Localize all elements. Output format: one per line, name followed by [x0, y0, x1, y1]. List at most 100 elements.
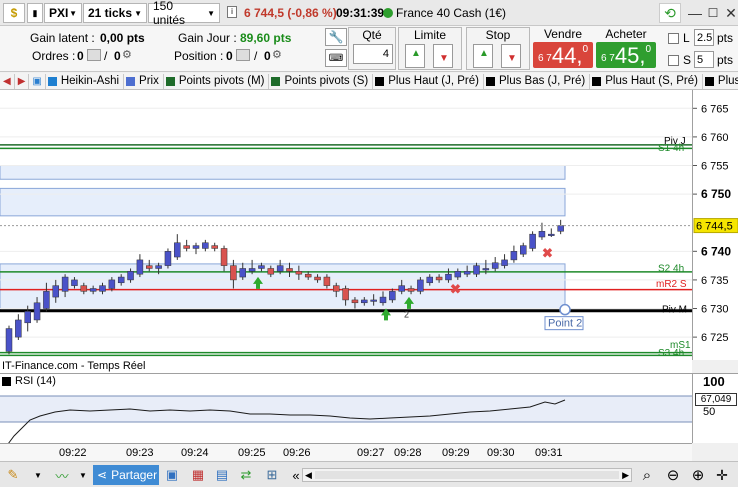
candle — [276, 265, 284, 272]
sell-button[interactable]: 6 7 44, 0 — [533, 42, 593, 68]
trade-chart-icon[interactable]: ⇄ — [237, 466, 255, 484]
settings-icon[interactable]: ⚙ — [272, 48, 282, 61]
time-axis[interactable]: 09:22 09:23 09:24 09:25 09:26 09:27 09:28 09:29… — [0, 443, 692, 461]
scroll-right-icon[interactable]: ▶ — [15, 73, 30, 89]
candle — [407, 288, 415, 292]
qty-label: Qté — [362, 28, 382, 42]
rsi-legend[interactable]: RSI (14) — [2, 375, 56, 387]
candle — [295, 271, 303, 275]
units-select[interactable]: 150 unités ▼ — [148, 0, 220, 27]
candle — [473, 265, 480, 275]
limit-sell-button[interactable]: ▼ — [433, 44, 453, 68]
grid-icon[interactable]: ⊞ — [263, 466, 281, 484]
drawing-pencil-icon[interactable]: ✎ — [4, 466, 22, 484]
position-count-a: 0 — [226, 49, 233, 63]
chart-type-icon[interactable]: 〰 — [50, 466, 74, 484]
buy-price-big: 45, — [614, 43, 646, 68]
crosshair-icon[interactable]: ✛ — [713, 466, 731, 484]
level-label: S3 4h — [658, 348, 684, 359]
x-tick-label: 09:30 — [487, 447, 515, 459]
tab-high-week[interactable]: Plus Haut (S, Pré) — [590, 73, 703, 89]
tab-heikin-ashi[interactable]: Heikin-Ashi — [46, 73, 125, 89]
candle — [127, 271, 134, 281]
tab-low-day[interactable]: Plus Bas (J, Pré) — [484, 73, 591, 89]
zone-band — [0, 187, 566, 217]
rsi-panel[interactable]: RSI (14) — [0, 373, 692, 444]
candle — [417, 279, 424, 292]
chevron-down-icon[interactable]: ▼ — [78, 466, 88, 484]
info-icon[interactable]: i — [227, 6, 237, 18]
scroll-left-icon[interactable]: ◀ — [0, 73, 15, 89]
tab-high-day[interactable]: Plus Haut (J, Pré) — [373, 73, 484, 89]
horizontal-scrollbar[interactable]: ◀ ▶ — [302, 468, 632, 482]
position-count-b: 0 — [264, 49, 271, 63]
candle — [15, 319, 22, 338]
s-checkbox[interactable] — [668, 55, 679, 66]
add-indicator-icon[interactable]: ▣ — [29, 73, 46, 89]
wrench-icon[interactable]: 🔧 — [325, 28, 347, 46]
pts-label: pts — [717, 31, 734, 45]
settings-icon[interactable]: ⚙ — [122, 48, 132, 61]
qty-input[interactable] — [353, 44, 393, 64]
scroll-right-icon[interactable]: ▶ — [622, 470, 629, 481]
instrument-name: France 40 Cash (1€) — [396, 6, 507, 20]
price-axis[interactable]: 6 765 6 760 6 755 6 750 6 740 6 735 6 730 6 725… — [692, 90, 738, 360]
y-tick-label: 6 740 — [701, 244, 731, 258]
buy-price-sup: 0 — [645, 44, 652, 55]
orders-count-a: 0 — [77, 49, 84, 63]
x-tick-label: 09:27 — [357, 447, 385, 459]
calendar-icon[interactable]: ▤ — [213, 466, 231, 484]
price-change: 6 744,5 (-0,86 %) — [244, 6, 337, 20]
y-tick-label: 6 735 — [701, 275, 729, 287]
refresh-icon[interactable]: ⟲ — [659, 3, 681, 23]
candle — [239, 268, 246, 278]
price-chart[interactable]: ✖✖Point 22Piv JS1 4hS2 4hmR2 SPiv MmS1S3… — [0, 90, 692, 360]
close-position-icon[interactable] — [236, 49, 250, 61]
interval-select[interactable]: 21 ticks ▼ — [83, 3, 147, 23]
x-tick-label: 09:28 — [394, 447, 422, 459]
limit-buy-button[interactable]: ▲ — [405, 44, 425, 68]
symbol-select[interactable]: PXI ▼ — [44, 3, 82, 23]
candle — [351, 299, 359, 304]
buy-button[interactable]: 6 7 45, 0 — [596, 42, 656, 68]
tab-prix[interactable]: Prix — [124, 73, 164, 89]
zoom-fit-icon[interactable]: ⌕ — [638, 466, 656, 484]
candle — [5, 328, 13, 352]
zoom-in-icon[interactable]: ⊕ — [689, 466, 707, 484]
bottom-toolbar: ✎ ▼ 〰 ▼ ⋖ Partager ▣ ▦ ▤ ⇄ ⊞ « ◀ ▶ ⌕ ⊖ ⊕ … — [0, 461, 738, 487]
zoom-out-icon[interactable]: ⊖ — [664, 466, 682, 484]
table-icon[interactable]: ▦ — [189, 466, 207, 484]
chevron-down-icon: ▼ — [69, 8, 77, 18]
candle — [463, 271, 471, 275]
keyboard-icon[interactable]: ⌨ — [325, 49, 347, 67]
currency-icon[interactable]: $ — [3, 3, 25, 23]
scrollbar-thumb[interactable] — [315, 471, 619, 479]
candle — [548, 233, 555, 236]
l-input[interactable] — [694, 29, 714, 46]
tab-pivots-s[interactable]: Points pivots (S) — [269, 73, 374, 89]
x-tick-label: 09:25 — [238, 447, 266, 459]
y-tick-label: 6 755 — [701, 161, 729, 173]
close-icon[interactable]: ✕ — [720, 3, 738, 23]
chevron-down-icon[interactable]: ▼ — [33, 466, 43, 484]
share-button[interactable]: ⋖ Partager — [93, 465, 159, 485]
level-label: mR2 S — [656, 279, 687, 290]
tab-pivots-m[interactable]: Points pivots (M) — [164, 73, 270, 89]
y-tick-label: 6 760 — [701, 132, 729, 144]
scroll-left-icon[interactable]: ◀ — [305, 470, 312, 481]
stop-buy-button[interactable]: ▲ — [473, 44, 493, 68]
clock-time: 09:31:39 — [336, 6, 385, 20]
chat-icon[interactable]: ▣ — [163, 466, 181, 484]
tab-more[interactable]: Plus — [703, 74, 738, 89]
candle — [520, 245, 527, 255]
cancel-orders-icon[interactable] — [87, 49, 101, 61]
stop-sell-button[interactable]: ▼ — [501, 44, 521, 68]
candle — [174, 242, 181, 258]
candle — [398, 285, 405, 292]
tabs-icon[interactable]: ▮ — [27, 3, 43, 23]
pts-label: pts — [717, 53, 734, 67]
candle — [304, 273, 312, 278]
s-input[interactable] — [694, 51, 714, 68]
l-checkbox[interactable] — [668, 33, 679, 44]
share-icon: ⋖ — [97, 468, 108, 482]
